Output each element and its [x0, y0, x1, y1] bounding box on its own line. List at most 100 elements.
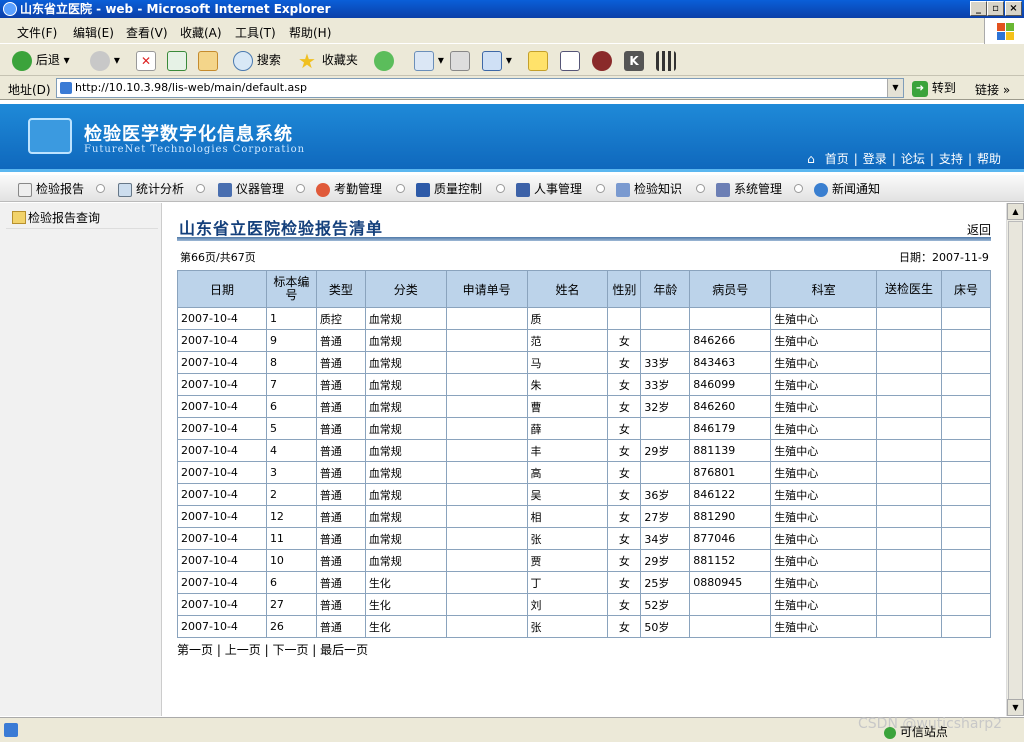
menu-favorites[interactable]: 收藏(A): [180, 24, 222, 41]
mail-button[interactable]: ▾: [414, 48, 444, 72]
table-row[interactable]: 2007-10-4 5 普通 血常规 薛女 846179 生殖中心: [177, 417, 991, 440]
table-cell: 881152: [689, 549, 772, 572]
table-row[interactable]: 2007-10-4 11 普通 血常规 张女 34岁 877046 生殖中心: [177, 527, 991, 550]
menu-bar: 文件(F) 编辑(E) 查看(V) 收藏(A) 工具(T) 帮助(H): [0, 18, 1024, 44]
table-row[interactable]: 2007-10-4 3 普通 血常规 高女 876801 生殖中心: [177, 461, 991, 484]
table-row[interactable]: 2007-10-4 8 普通 血常规 马女 33岁 843463 生殖中心: [177, 351, 991, 374]
links-button[interactable]: 链接 »: [975, 81, 1010, 98]
menu-tools[interactable]: 工具(T): [235, 24, 276, 41]
history-icon: [374, 50, 394, 71]
scroll-thumb[interactable]: [1008, 221, 1023, 701]
messenger-button[interactable]: [560, 48, 580, 72]
table-cell: 生化: [364, 593, 447, 616]
module-label: 考勤管理: [334, 182, 383, 196]
edit-button[interactable]: ▾: [482, 48, 512, 72]
table-row[interactable]: 2007-10-4 1 质控 血常规 质 生殖中心: [177, 307, 991, 330]
home-button[interactable]: [198, 48, 218, 72]
nav-login[interactable]: 登录: [863, 152, 887, 166]
table-cell: [640, 329, 691, 352]
module-label: 统计分析: [136, 182, 185, 196]
table-cell: 877046: [689, 527, 772, 550]
table-row[interactable]: 2007-10-4 6 普通 生化 丁女 25岁 0880945 生殖中心: [177, 571, 991, 594]
module-instrument[interactable]: 仪器管理: [218, 180, 284, 198]
game-button[interactable]: [592, 48, 612, 72]
back-arrow-icon: [12, 50, 32, 71]
table-row[interactable]: 2007-10-4 26 普通 生化 张女 50岁 生殖中心: [177, 615, 991, 638]
table-cell: 女: [607, 505, 642, 528]
pager-prev[interactable]: 上一页: [225, 643, 261, 657]
table-cell: 张: [526, 615, 609, 638]
scroll-down-icon[interactable]: ▼: [1007, 699, 1024, 716]
table-cell: 吴: [526, 483, 609, 506]
nav-forum[interactable]: 论坛: [901, 152, 925, 166]
minimize-button[interactable]: _: [970, 1, 987, 16]
hr-icon: [516, 182, 530, 197]
table-row[interactable]: 2007-10-4 4 普通 血常规 丰女 29岁 881139 生殖中心: [177, 439, 991, 462]
note-button[interactable]: [528, 48, 548, 72]
address-input[interactable]: http://10.10.3.98/lis-web/main/default.a…: [56, 78, 904, 98]
search-button[interactable]: 搜索: [233, 48, 281, 72]
menu-edit[interactable]: 编辑(E): [73, 24, 114, 41]
nav-home[interactable]: 首页: [825, 152, 849, 166]
menu-view[interactable]: 查看(V): [126, 24, 168, 41]
stop-button[interactable]: ✕: [136, 48, 156, 72]
table-cell: [689, 593, 772, 616]
table-cell: 女: [607, 461, 642, 484]
table-cell: 2007-10-4: [177, 417, 267, 440]
mail-icon: [414, 50, 434, 71]
table-row[interactable]: 2007-10-4 9 普通 血常规 范女 846266 生殖中心: [177, 329, 991, 352]
table-cell: 生殖中心: [770, 417, 878, 440]
maximize-button[interactable]: ▫: [987, 1, 1004, 16]
scroll-up-icon[interactable]: ▲: [1007, 203, 1024, 220]
home-icon: [198, 50, 218, 71]
pager-first[interactable]: 第一页: [177, 643, 213, 657]
sidebar-item-report-query[interactable]: 检验报告查询: [6, 207, 158, 229]
table-cell: 25岁: [640, 571, 691, 594]
table-row[interactable]: 2007-10-4 6 普通 血常规 曹女 32岁 846260 生殖中心: [177, 395, 991, 418]
module-report[interactable]: 检验报告: [18, 180, 84, 198]
table-cell: 普通: [315, 571, 366, 594]
table-row[interactable]: 2007-10-4 27 普通 生化 刘女 52岁 生殖中心: [177, 593, 991, 616]
module-attendance[interactable]: 考勤管理: [316, 180, 382, 198]
favorites-button[interactable]: ★ 收藏夹: [298, 48, 358, 72]
back-link[interactable]: 返回: [967, 221, 991, 238]
back-button[interactable]: 后退 ▾: [12, 48, 70, 72]
history-button[interactable]: [374, 48, 394, 72]
people-icon: [316, 182, 330, 197]
k-button[interactable]: K: [624, 48, 644, 72]
window-title: 山东省立医院 - web - Microsoft Internet Explor…: [20, 2, 331, 16]
table-row[interactable]: 2007-10-4 10 普通 血常规 贾女 29岁 881152 生殖中心: [177, 549, 991, 572]
module-stats[interactable]: 统计分析: [118, 180, 184, 198]
table-cell: 6: [265, 395, 317, 418]
forward-button[interactable]: ▾: [90, 48, 120, 72]
table-cell: 普通: [315, 329, 366, 352]
table-row[interactable]: 2007-10-4 7 普通 血常规 朱女 33岁 846099 生殖中心: [177, 373, 991, 396]
module-hr[interactable]: 人事管理: [516, 180, 582, 198]
refresh-button[interactable]: [167, 48, 187, 72]
module-news[interactable]: 新闻通知: [814, 180, 880, 198]
module-knowledge[interactable]: 检验知识: [616, 180, 682, 198]
monitor-icon: [218, 182, 232, 197]
menu-file[interactable]: 文件(F): [17, 24, 57, 41]
column-header: 分类: [364, 270, 447, 308]
table-cell: [689, 307, 772, 330]
go-button[interactable]: ➜ 转到: [912, 79, 956, 97]
module-quality[interactable]: 质量控制: [416, 180, 482, 198]
go-arrow-icon: ➜: [912, 80, 928, 97]
column-header: 类型: [315, 270, 366, 308]
menu-help[interactable]: 帮助(H): [289, 24, 331, 41]
address-dropdown-icon[interactable]: ▼: [887, 79, 903, 97]
nav-help[interactable]: 帮助: [977, 152, 1001, 166]
close-button[interactable]: ×: [1005, 1, 1022, 16]
table-cell: 丁: [526, 571, 609, 594]
pager-last[interactable]: 最后一页: [320, 643, 368, 657]
grid-button[interactable]: [656, 48, 676, 72]
vertical-scrollbar[interactable]: ▲ ▼: [1006, 203, 1024, 716]
table-row[interactable]: 2007-10-4 2 普通 血常规 吴女 36岁 846122 生殖中心: [177, 483, 991, 506]
nav-support[interactable]: 支持: [939, 152, 963, 166]
game-icon: [592, 50, 612, 71]
table-row[interactable]: 2007-10-4 12 普通 血常规 相女 27岁 881290 生殖中心: [177, 505, 991, 528]
pager-next[interactable]: 下一页: [272, 643, 308, 657]
module-system[interactable]: 系统管理: [716, 180, 782, 198]
print-button[interactable]: [450, 48, 470, 72]
